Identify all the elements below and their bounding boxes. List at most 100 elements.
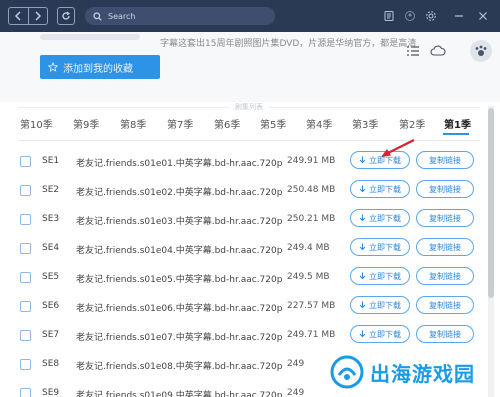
episode-code: SE1 — [42, 156, 60, 166]
download-now-button[interactable]: 立即下载 — [350, 238, 410, 256]
download-icon — [359, 301, 366, 309]
annotation-arrow-icon — [381, 139, 415, 157]
search-icon — [93, 11, 102, 21]
download-icon — [359, 185, 366, 193]
episode-filename: 老友记.friends.s01e02.中英字幕.bd-hr.aac.720p.x… — [76, 188, 282, 198]
tab-season-4[interactable]: 第4季 — [306, 116, 332, 131]
episode-row: SE5 老友记.friends.s01e05.中英字幕.bd-hr.aac.72… — [0, 264, 500, 293]
copy-link-button[interactable]: 复制链接 — [416, 209, 474, 227]
episode-checkbox[interactable] — [20, 214, 31, 225]
forward-arrow-icon — [35, 11, 41, 21]
download-now-button[interactable]: 立即下载 — [350, 209, 410, 227]
download-now-button[interactable]: 立即下载 — [350, 267, 410, 285]
episode-checkbox[interactable] — [20, 156, 31, 167]
episode-code: SE8 — [42, 359, 60, 369]
back-button[interactable] — [9, 8, 28, 24]
download-icon — [359, 156, 366, 164]
list-button[interactable] — [405, 44, 421, 58]
episode-code: SE6 — [42, 301, 60, 311]
copy-link-label: 复制链接 — [429, 213, 461, 223]
copy-link-button[interactable]: 复制链接 — [416, 180, 474, 198]
copy-link-button[interactable]: 复制链接 — [416, 151, 474, 169]
episode-size: 250.21 MB — [287, 214, 336, 224]
copy-link-button[interactable]: 复制链接 — [416, 238, 474, 256]
episode-checkbox[interactable] — [20, 388, 31, 397]
settings-button[interactable] — [424, 9, 438, 23]
download-now-label: 立即下载 — [369, 271, 401, 281]
copy-link-button[interactable]: 复制链接 — [416, 267, 474, 285]
back-arrow-icon — [15, 11, 21, 21]
episode-size: 249.5 MB — [287, 272, 330, 282]
cloud-button[interactable] — [430, 44, 446, 58]
tab-season-8[interactable]: 第8季 — [120, 116, 146, 131]
paw-icon — [475, 45, 487, 56]
download-now-button[interactable]: 立即下载 — [350, 296, 410, 314]
download-icon — [359, 272, 366, 280]
episode-checkbox[interactable] — [20, 359, 31, 370]
history-button[interactable] — [382, 9, 396, 23]
paw-button[interactable] — [470, 40, 492, 62]
episode-code: SE4 — [42, 243, 60, 253]
tab-season-10[interactable]: 第10季 — [20, 116, 53, 131]
scrollbar-thumb[interactable] — [488, 108, 494, 298]
tab-season-3[interactable]: 第3季 — [352, 116, 378, 131]
show-description: 字幕这套出15周年剧照图片集DVD，片源是华纳官方，都是高清 — [160, 39, 417, 49]
episode-code: SE7 — [42, 330, 60, 340]
episode-filename: 老友记.friends.s01e05.中英字幕.bd-hr.aac.720p.x… — [76, 275, 282, 285]
download-now-button[interactable]: 立即下载 — [350, 180, 410, 198]
episode-size: 249 — [287, 359, 305, 369]
copy-link-button[interactable]: 复制链接 — [416, 296, 474, 314]
episode-row: SE4 老友记.friends.s01e04.中英字幕.bd-hr.aac.72… — [0, 235, 500, 264]
watermark-logo-icon — [330, 355, 364, 389]
download-now-button[interactable]: 立即下载 — [350, 325, 410, 343]
tab-season-7[interactable]: 第7季 — [167, 116, 193, 131]
episode-size: 227.57 MB — [287, 301, 336, 311]
episode-row: SE1 老友记.friends.s01e01.中英字幕.bd-hr.aac.72… — [0, 148, 500, 177]
episode-checkbox[interactable] — [20, 272, 31, 283]
download-now-label: 立即下载 — [369, 213, 401, 223]
tab-season-1[interactable]: 第1季 — [444, 116, 471, 131]
cloud-icon — [430, 45, 446, 56]
watermark: 出海游戏园 — [330, 352, 498, 392]
active-tab-indicator — [443, 133, 469, 135]
download-icon — [359, 330, 366, 338]
episode-size: 249.4 MB — [287, 243, 330, 253]
download-now-label: 立即下载 — [369, 242, 401, 252]
copy-link-label: 复制链接 — [429, 155, 461, 165]
copy-link-button[interactable]: 复制链接 — [416, 325, 474, 343]
download-icon — [359, 243, 366, 251]
history-nav — [8, 7, 48, 25]
download-now-label: 立即下载 — [369, 300, 401, 310]
episode-code: SE3 — [42, 214, 60, 224]
copy-link-label: 复制链接 — [429, 329, 461, 339]
episode-filename: 老友记.friends.s01e01.中英字幕.bd-hr.aac.720p.x… — [76, 159, 282, 169]
tab-season-9[interactable]: 第9季 — [73, 116, 99, 131]
blurred-header-text — [40, 34, 140, 40]
episode-checkbox[interactable] — [20, 185, 31, 196]
search-box[interactable]: Search — [85, 7, 275, 25]
episode-size: 250.48 MB — [287, 185, 336, 195]
copy-link-label: 复制链接 — [429, 242, 461, 252]
episode-checkbox[interactable] — [20, 330, 31, 341]
search-placeholder: Search — [108, 11, 136, 21]
list-icon — [407, 46, 419, 56]
tab-season-2[interactable]: 第2季 — [399, 116, 425, 131]
refresh-button[interactable] — [57, 7, 75, 25]
forward-button[interactable] — [27, 8, 48, 24]
section-divider: 剧集列表 — [18, 102, 480, 112]
section-divider-label: 剧集列表 — [229, 102, 269, 112]
copy-link-label: 复制链接 — [429, 184, 461, 194]
star-icon — [48, 62, 58, 72]
download-now-label: 立即下载 — [369, 329, 401, 339]
episode-checkbox[interactable] — [20, 243, 31, 254]
add-to-favorites-button[interactable]: 添加到我的收藏 — [40, 55, 160, 79]
close-button[interactable] — [476, 9, 490, 23]
tab-season-6[interactable]: 第6季 — [214, 116, 240, 131]
user-icon — [405, 11, 415, 21]
tab-season-5[interactable]: 第5季 — [260, 116, 286, 131]
episode-size: 249.71 MB — [287, 330, 336, 340]
download-icon — [359, 214, 366, 222]
user-button[interactable] — [403, 9, 417, 23]
episode-checkbox[interactable] — [20, 301, 31, 312]
minimize-button[interactable] — [452, 9, 466, 23]
